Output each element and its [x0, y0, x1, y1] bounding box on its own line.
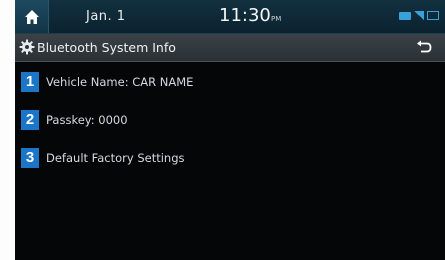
status-time: 11:30: [219, 5, 271, 26]
battery-icon: [427, 11, 439, 20]
item-number-badge: 2: [21, 110, 39, 130]
menu-item-passkey[interactable]: 2 Passkey: 0000: [21, 110, 441, 130]
status-time-suffix: PM: [271, 15, 282, 23]
menu-item-label: Vehicle Name: CAR NAME: [46, 75, 194, 89]
status-icons: [399, 11, 439, 20]
home-icon: [24, 9, 39, 24]
status-bar: Jan. 1 11:30 PM: [15, 0, 445, 34]
back-arrow-icon: [417, 40, 432, 53]
infotainment-screen: Jan. 1 11:30 PM Bluetooth System Info 1 …: [15, 0, 445, 260]
back-button[interactable]: [412, 37, 436, 57]
menu-item-label: Default Factory Settings: [46, 151, 185, 165]
status-date: Jan. 1: [86, 9, 126, 24]
item-number-badge: 3: [21, 148, 39, 168]
menu-list: 1 Vehicle Name: CAR NAME 2 Passkey: 0000…: [21, 72, 441, 186]
title-bar: Bluetooth System Info: [15, 34, 445, 62]
head-unit-frame: Jan. 1 11:30 PM Bluetooth System Info 1 …: [0, 0, 445, 260]
signal-icon: [414, 11, 424, 20]
page-title: Bluetooth System Info: [37, 40, 176, 55]
menu-item-vehicle-name[interactable]: 1 Vehicle Name: CAR NAME: [21, 72, 441, 92]
menu-item-default-factory-settings[interactable]: 3 Default Factory Settings: [21, 148, 441, 168]
gear-icon: [19, 39, 35, 55]
bluetooth-icon: [399, 11, 411, 20]
item-number-badge: 1: [21, 72, 39, 92]
menu-item-label: Passkey: 0000: [46, 113, 128, 127]
home-button[interactable]: [15, 0, 49, 33]
